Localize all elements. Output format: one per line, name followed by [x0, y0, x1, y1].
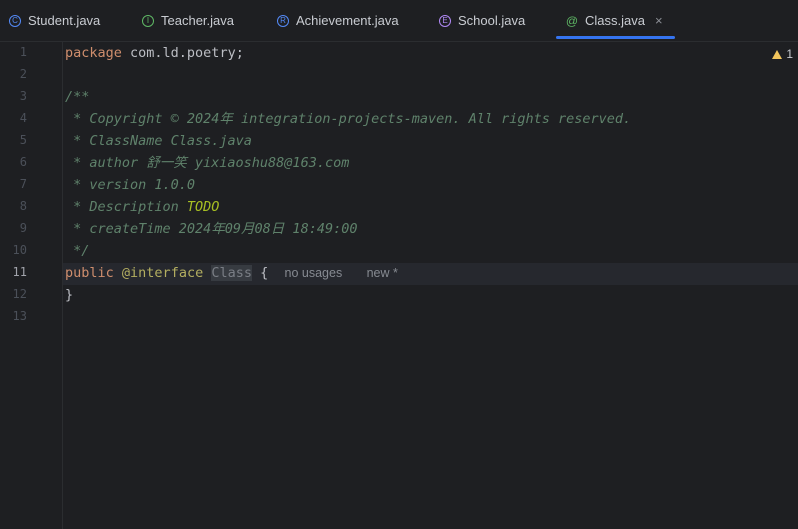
annotation-icon: @ — [565, 13, 579, 28]
warning-count: 1 — [786, 47, 793, 61]
keyword-public: public — [65, 265, 114, 281]
tab-label: Teacher.java — [161, 13, 234, 28]
line-number: 8 — [19, 199, 27, 213]
current-line-number: 11 — [12, 265, 27, 279]
line-number: 2 — [19, 67, 27, 81]
code-line-9: * createTime 2024年09月08日 18:49:00 — [65, 221, 358, 237]
code-line-12: } — [65, 287, 74, 303]
open-brace: { — [260, 265, 269, 281]
warning-icon — [772, 49, 783, 59]
todo-marker: TODO — [186, 199, 220, 215]
code-line-7: * version 1.0.0 — [65, 177, 196, 193]
enum-icon: E — [439, 14, 451, 27]
code-line-4: * Copyright © 2024年 integration-projects… — [65, 111, 632, 127]
line-number: 6 — [19, 155, 27, 169]
line-number: 12 — [12, 287, 27, 301]
tab-school-java[interactable]: E School.java — [439, 0, 525, 41]
class-icon: C — [9, 14, 21, 27]
tab-achievement-java[interactable]: R Achievement.java — [277, 0, 399, 41]
comment-text: * Description — [65, 199, 187, 215]
code-line-11: public @interface Class { no usages new … — [65, 262, 398, 284]
tab-class-java[interactable]: @ Class.java × — [556, 0, 675, 41]
line-number: 1 — [19, 45, 27, 59]
code-line-6: * author 舒一笑 yixiaoshu88@163.com — [65, 155, 350, 171]
tab-student-java[interactable]: C Student.java — [9, 0, 100, 41]
close-tab-icon[interactable]: × — [655, 13, 663, 28]
code-line-8: * Description TODO — [65, 196, 219, 218]
line-number: 3 — [19, 89, 27, 103]
inspection-widget[interactable]: 1 — [772, 47, 793, 61]
keyword-interface: @interface — [121, 265, 204, 281]
code-editor[interactable]: package com.ld.poetry; /** * Copyright ©… — [63, 42, 798, 529]
code-line-3: /** — [65, 89, 90, 105]
code-line-10: */ — [65, 243, 90, 259]
package-name: com.ld.poetry; — [121, 45, 244, 61]
interface-icon: I — [142, 14, 154, 27]
keyword: package — [65, 45, 122, 61]
line-number: 7 — [19, 177, 27, 191]
class-name[interactable]: Class — [211, 265, 252, 281]
code-line-5: * ClassName Class.java — [65, 133, 252, 149]
tab-label: School.java — [458, 13, 526, 28]
line-number: 13 — [12, 309, 27, 323]
code-line-1: package com.ld.poetry; — [65, 42, 244, 64]
tab-label: Student.java — [28, 13, 101, 28]
usages-hint[interactable]: no usages — [285, 266, 343, 280]
editor-tab-bar: C Student.java I Teacher.java R Achievem… — [0, 0, 798, 42]
line-number-gutter: 1 2 3 4 5 6 7 8 9 10 11 12 13 — [0, 42, 63, 529]
record-icon: R — [277, 14, 289, 27]
line-number: 4 — [19, 111, 27, 125]
author-hint[interactable]: new * — [367, 266, 398, 280]
tab-label: Class.java — [585, 13, 645, 28]
tab-label: Achievement.java — [296, 13, 399, 28]
tab-teacher-java[interactable]: I Teacher.java — [142, 0, 234, 41]
line-number: 9 — [19, 221, 27, 235]
line-number: 5 — [19, 133, 27, 147]
line-number: 10 — [12, 243, 27, 257]
